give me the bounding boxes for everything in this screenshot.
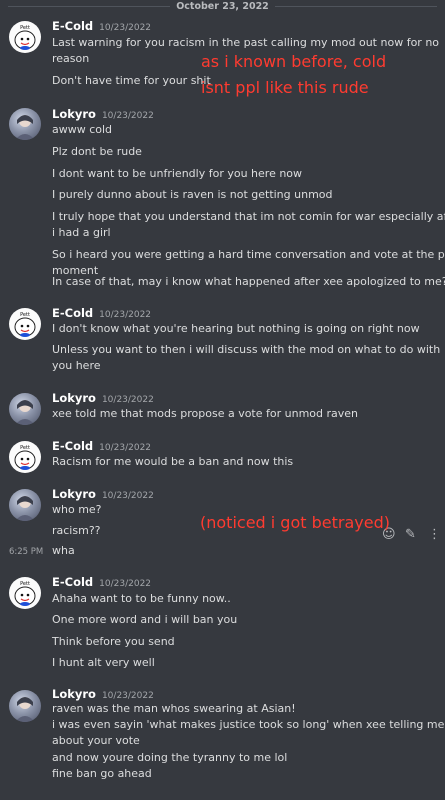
avatar[interactable] [9, 393, 41, 425]
photo-avatar-icon [15, 400, 35, 425]
timestamp: 10/23/2022 [99, 443, 152, 453]
message-line: Ahaha want to to be funny now.. [52, 592, 231, 605]
cartoon-avatar-icon: Pett [14, 312, 36, 337]
timestamp: 10/23/2022 [99, 310, 152, 320]
message-line: and now youre doing the tyranny to me lo… [52, 751, 288, 764]
annotation-top-line2: isnt ppl like this rude [201, 78, 369, 97]
svg-text:Pett: Pett [20, 312, 30, 318]
annotation-middle: (noticed i got betrayed) [200, 513, 390, 532]
username[interactable]: Lokyro [52, 107, 96, 121]
timestamp: 10/23/2022 [101, 111, 154, 121]
username[interactable]: E-Cold [52, 439, 93, 453]
cartoon-avatar-icon: Pett [14, 445, 36, 470]
message-line: raven was the man whos swearing at Asian… [52, 702, 296, 715]
edit-icon[interactable]: ✎ [405, 527, 416, 542]
cartoon-avatar-icon: Pett [14, 581, 36, 606]
timestamp: 10/23/2022 [101, 395, 154, 405]
message-line: awww cold [52, 123, 113, 136]
message-line: I truly hope that you understand that im… [52, 210, 445, 223]
username[interactable]: E-Cold [52, 306, 93, 320]
svg-text:Pett: Pett [20, 581, 30, 587]
hover-timestamp: 6:25 PM [9, 547, 44, 557]
avatar[interactable]: Pett [9, 21, 41, 53]
message-line: about your vote [52, 734, 140, 747]
message-line: Think before you send [52, 635, 175, 648]
more-icon[interactable]: ⋮ [428, 527, 441, 542]
message-line: you here [52, 359, 101, 372]
username[interactable]: E-Cold [52, 19, 93, 33]
username[interactable]: E-Cold [52, 575, 93, 589]
message-line: xee told me that mods propose a vote for… [52, 407, 359, 420]
date-divider: October 23, 2022 [0, 0, 445, 12]
avatar[interactable] [9, 489, 41, 521]
avatar[interactable]: Pett [9, 577, 41, 609]
avatar[interactable] [9, 690, 41, 722]
message-line: So i heard you were getting a hard time … [52, 248, 445, 261]
photo-avatar-icon [15, 115, 35, 140]
message-line: I don't know what you're hearing but not… [52, 322, 420, 335]
date-divider-label: October 23, 2022 [170, 0, 275, 12]
message-line: i had a girl [52, 226, 111, 239]
message-line: Unless you want to then i will discuss w… [52, 343, 441, 356]
timestamp: 10/23/2022 [99, 23, 152, 33]
cartoon-avatar-icon: Pett [14, 25, 36, 50]
svg-text:Pett: Pett [20, 445, 30, 451]
username[interactable]: Lokyro [52, 487, 96, 501]
message-line: fine ban go ahead [52, 767, 152, 780]
svg-text:Pett: Pett [20, 25, 30, 31]
avatar[interactable]: Pett [9, 441, 41, 473]
photo-avatar-icon [15, 496, 35, 521]
avatar[interactable] [9, 108, 41, 140]
message-line: Plz dont be rude [52, 145, 142, 158]
message-line: One more word and i will ban you [52, 613, 238, 626]
message-line: wha [52, 544, 75, 557]
timestamp: 10/23/2022 [99, 579, 152, 589]
timestamp: 10/23/2022 [101, 691, 154, 701]
message-line: I dont want to be unfriendly for you her… [52, 167, 303, 180]
annotation-top-line1: as i known before, cold [201, 52, 387, 71]
username[interactable]: Lokyro [52, 391, 96, 405]
message-line: i was even sayin 'what makes justice too… [52, 718, 445, 731]
photo-avatar-icon [15, 697, 35, 722]
message-line: Last warning for you racism in the past … [52, 36, 440, 49]
message-line: Racism for me would be a ban and now thi… [52, 455, 294, 468]
message-line: I hunt alt very well [52, 656, 155, 669]
message-line: In case of that, may i know what happene… [52, 275, 445, 288]
message-line: I purely dunno about is raven is not get… [52, 188, 333, 201]
timestamp: 10/23/2022 [101, 491, 154, 501]
username[interactable]: Lokyro [52, 687, 96, 701]
avatar[interactable]: Pett [9, 308, 41, 340]
